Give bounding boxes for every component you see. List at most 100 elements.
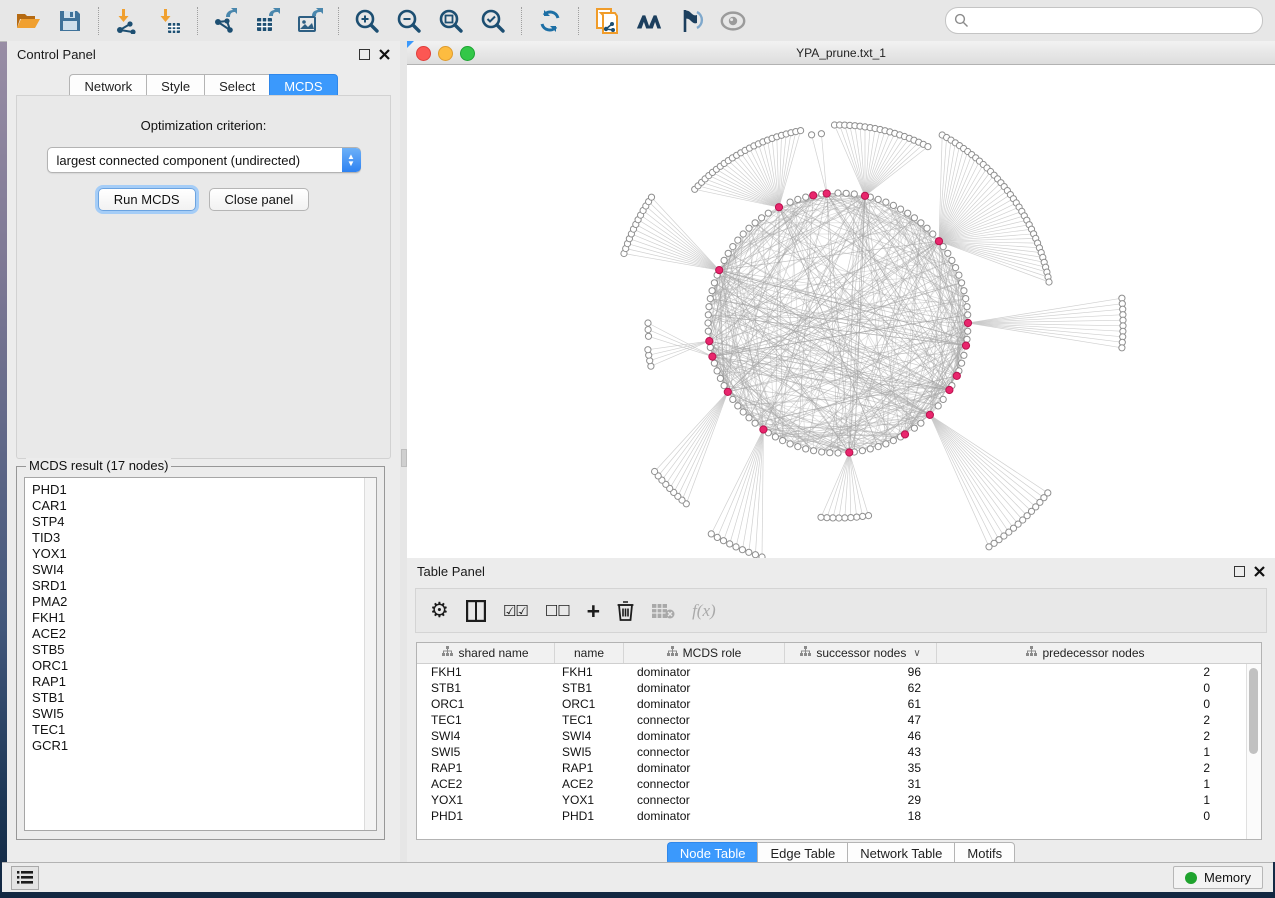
table-row[interactable]: PHD1PHD1dominator180 [417,808,1247,824]
close-panel-button[interactable]: Close panel [209,188,310,211]
delete-table-icon [651,598,675,624]
table-row[interactable]: SWI4SWI4dominator462 [417,728,1247,744]
table-cell: 2 [937,665,1234,679]
mcds-result-listbox[interactable]: PHD1CAR1STP4TID3YOX1SWI4SRD1PMA2FKH1ACE2… [24,477,377,831]
table-panel-title: Table Panel [417,564,1234,579]
clone-network-icon[interactable] [593,7,621,35]
mcds-result-item[interactable]: GCR1 [32,738,376,754]
export-table-icon[interactable] [254,7,282,35]
network-graph[interactable] [407,65,1275,558]
table-row[interactable]: ACE2ACE2connector311 [417,776,1247,792]
table-cell: 0 [937,697,1234,711]
table-cell: connector [624,777,785,791]
optimization-criterion-label: Optimization criterion: [17,118,390,133]
memory-button[interactable]: Memory [1173,866,1263,889]
table-row[interactable]: ORC1ORC1dominator610 [417,696,1247,712]
status-bar: Memory [2,862,1273,892]
import-network-icon[interactable] [113,7,141,35]
first-neighbors-icon[interactable] [635,7,663,35]
table-row[interactable]: RAP1RAP1dominator352 [417,760,1247,776]
table-settings-gear-icon[interactable]: ⚙ [430,598,449,624]
delete-column-icon[interactable] [617,598,634,624]
zoom-fit-icon[interactable] [437,7,465,35]
table-cell: 2 [937,729,1234,743]
mcds-result-item[interactable]: SWI5 [32,706,376,722]
column-header-shared-name[interactable]: shared name [417,643,555,663]
table-row[interactable]: TEC1TEC1connector472 [417,712,1247,728]
window-close-icon[interactable] [416,46,431,61]
hide-selected-icon[interactable] [677,7,705,35]
mcds-result-item[interactable]: SRD1 [32,578,376,594]
table-cell: dominator [624,681,785,695]
deselect-all-columns-icon[interactable]: ☐☐ [545,598,570,624]
optimization-criterion-select[interactable]: largest connected component (undirected)… [47,147,361,173]
window-maximize-icon[interactable] [460,46,475,61]
column-header-mcds-role[interactable]: MCDS role [624,643,785,663]
table-row[interactable]: YOX1YOX1connector291 [417,792,1247,808]
table-row[interactable]: SWI5SWI5connector431 [417,744,1247,760]
table-cell: FKH1 [555,665,624,679]
table-cell: RAP1 [417,761,555,775]
mcds-result-item[interactable]: TID3 [32,530,376,546]
mcds-result-item[interactable]: PMA2 [32,594,376,610]
table-cell: SWI4 [555,729,624,743]
run-mcds-button[interactable]: Run MCDS [98,188,196,211]
mcds-result-item[interactable]: STB1 [32,690,376,706]
close-panel-icon[interactable] [379,49,390,60]
mcds-result-item[interactable]: SWI4 [32,562,376,578]
mcds-result-item[interactable]: STP4 [32,514,376,530]
table-scrollbar[interactable] [1246,664,1261,839]
import-table-icon[interactable] [155,7,183,35]
node-table: shared namenameMCDS role successor nodes ∨… [416,642,1262,840]
mcds-result-item[interactable]: ACE2 [32,626,376,642]
window-minimize-icon[interactable] [438,46,453,61]
search-input[interactable] [969,13,1254,29]
mcds-result-item[interactable]: TEC1 [32,722,376,738]
mcds-result-item[interactable]: PHD1 [32,482,376,498]
mcds-result-item[interactable]: FKH1 [32,610,376,626]
refresh-icon[interactable] [536,7,564,35]
table-cell: 1 [937,777,1234,791]
zoom-in-icon[interactable] [353,7,381,35]
float-panel-icon[interactable] [359,49,370,60]
network-title: YPA_prune.txt_1 [796,46,886,60]
table-cell: YOX1 [417,793,555,807]
column-header-predecessor-nodes[interactable]: predecessor nodes [937,643,1234,663]
function-builder-icon: f(x) [692,598,716,624]
mcds-result-item[interactable]: ORC1 [32,658,376,674]
save-session-icon[interactable] [56,7,84,35]
search-box[interactable] [945,7,1263,34]
zoom-out-icon[interactable] [395,7,423,35]
network-titlebar[interactable]: YPA_prune.txt_1 [407,41,1275,65]
table-cell: PHD1 [555,809,624,823]
mcds-result-item[interactable]: RAP1 [32,674,376,690]
float-table-panel-icon[interactable] [1234,566,1245,577]
column-header-name[interactable]: name [555,643,624,663]
mcds-result-item[interactable]: CAR1 [32,498,376,514]
mcds-result-item[interactable]: STB5 [32,642,376,658]
zoom-selected-icon[interactable] [479,7,507,35]
column-header-successor-nodes[interactable]: successor nodes ∨ [785,643,937,663]
table-row[interactable]: FKH1FKH1dominator962 [417,664,1247,680]
mcds-list-scrollbar[interactable] [364,478,376,830]
show-all-icon[interactable] [719,7,747,35]
open-file-icon[interactable] [14,7,42,35]
table-cell: 29 [785,793,937,807]
column-header-label: successor nodes [816,646,906,660]
task-console-button[interactable] [11,866,39,890]
close-table-panel-icon[interactable] [1254,566,1265,577]
shared-column-icon [667,646,678,660]
column-header-label: predecessor nodes [1042,646,1144,660]
mcds-result-item[interactable]: YOX1 [32,546,376,562]
export-network-icon[interactable] [212,7,240,35]
network-canvas[interactable] [407,65,1275,558]
export-image-icon[interactable] [296,7,324,35]
select-all-columns-icon[interactable]: ☑☑ [503,598,528,624]
show-columns-icon[interactable] [466,598,486,624]
table-cell: dominator [624,761,785,775]
table-scrollbar-thumb[interactable] [1249,668,1258,754]
mcds-result-group: MCDS result (17 nodes) PHD1CAR1STP4TID3Y… [16,466,385,840]
sort-descending-icon[interactable]: ∨ [913,648,920,659]
table-row[interactable]: STB1STB1dominator620 [417,680,1247,696]
create-column-icon[interactable]: + [587,598,600,624]
